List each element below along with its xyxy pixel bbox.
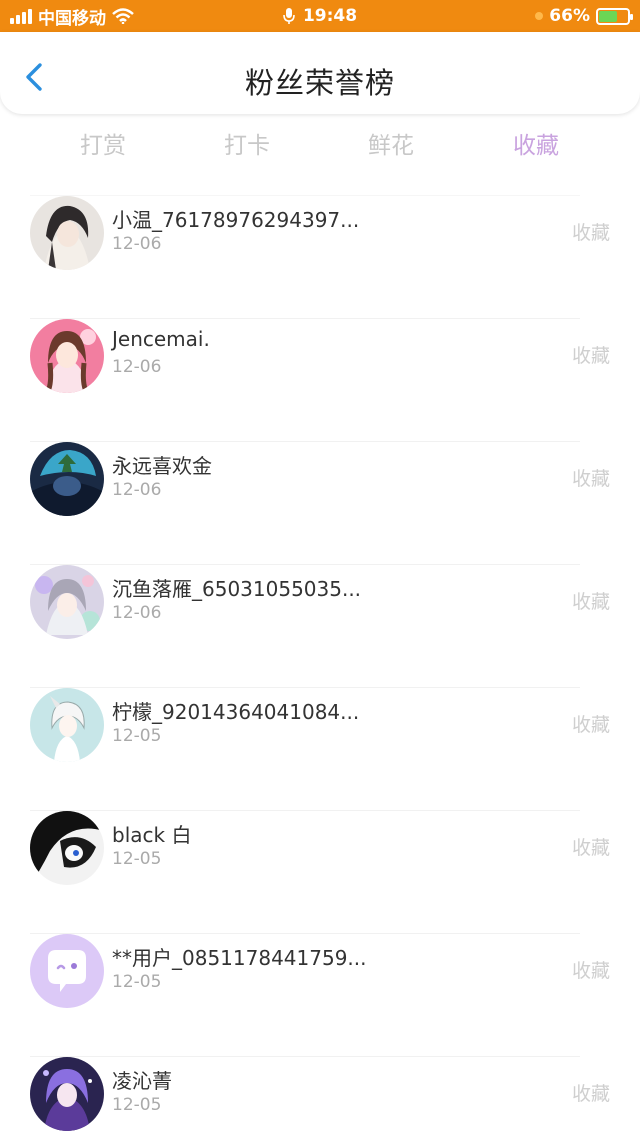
- battery-fill: [599, 10, 618, 22]
- fan-date: 12-05: [112, 972, 162, 992]
- nav-header: 粉丝荣誉榜: [0, 32, 640, 114]
- avatar[interactable]: [30, 934, 104, 1008]
- fan-name: Jencemai.: [112, 327, 210, 351]
- fan-date: 12-06: [112, 603, 162, 623]
- favorite-label: 收藏: [571, 345, 610, 367]
- favorite-label: 收藏: [571, 591, 610, 613]
- tab-reward[interactable]: 打赏: [43, 126, 163, 160]
- list-item[interactable]: **用户_0851178441759... 12-05 收藏: [30, 933, 610, 1056]
- fan-date: 12-06: [112, 480, 162, 500]
- tab-bar: 打赏 打卡 鲜花 收藏: [0, 126, 640, 166]
- favorite-label: 收藏: [571, 837, 610, 859]
- recording-dot-icon: [535, 12, 544, 20]
- favorite-label: 收藏: [571, 1083, 610, 1105]
- list-item[interactable]: 沉鱼落雁_65031055035... 12-06 收藏: [30, 564, 610, 687]
- fan-date: 12-05: [112, 1095, 162, 1115]
- avatar[interactable]: [30, 688, 104, 762]
- avatar[interactable]: [30, 442, 104, 516]
- avatar[interactable]: [30, 1057, 104, 1131]
- list-item[interactable]: 柠檬_92014364041084... 12-05 收藏: [30, 687, 610, 810]
- avatar[interactable]: [30, 565, 104, 639]
- fan-date: 12-05: [112, 726, 162, 746]
- fan-date: 12-06: [112, 234, 162, 254]
- battery-percent-label: 66%: [549, 6, 590, 26]
- charging-battery-icon: [596, 7, 633, 25]
- fan-date: 12-05: [112, 849, 162, 869]
- list-item[interactable]: black 白 12-05 收藏: [30, 810, 610, 933]
- favorite-label: 收藏: [571, 960, 610, 982]
- avatar[interactable]: [30, 196, 104, 270]
- fan-date: 12-06: [112, 357, 162, 377]
- fan-list: 小温_76178976294397... 12-06 收藏 Jencemai. …: [0, 195, 640, 1138]
- fan-name: 凌沁菁: [112, 1069, 172, 1093]
- fan-name: 永远喜欢金: [112, 454, 212, 478]
- fan-name: black 白: [112, 823, 192, 847]
- tab-favorites[interactable]: 收藏: [476, 126, 596, 160]
- fan-name: 柠檬_92014364041084...: [112, 700, 360, 724]
- status-right: 66%: [535, 0, 633, 32]
- list-item[interactable]: Jencemai. 12-06 收藏: [30, 318, 610, 441]
- tab-checkin[interactable]: 打卡: [187, 126, 307, 160]
- list-item[interactable]: 凌沁菁 12-05 收藏: [30, 1056, 610, 1138]
- list-item[interactable]: 小温_76178976294397... 12-06 收藏: [30, 195, 610, 318]
- favorite-label: 收藏: [571, 468, 610, 490]
- avatar[interactable]: [30, 319, 104, 393]
- avatar[interactable]: [30, 811, 104, 885]
- favorite-label: 收藏: [571, 222, 610, 244]
- list-item[interactable]: 永远喜欢金 12-06 收藏: [30, 441, 610, 564]
- mic-icon: [283, 8, 295, 24]
- page-title: 粉丝荣誉榜: [244, 66, 395, 100]
- tab-flowers[interactable]: 鲜花: [331, 126, 451, 160]
- clock-label: 19:48: [302, 6, 358, 26]
- fan-name: **用户_0851178441759...: [112, 946, 367, 970]
- fan-name: 沉鱼落雁_65031055035...: [112, 577, 362, 601]
- fan-name: 小温_76178976294397...: [112, 208, 360, 232]
- status-bar: 中国移动 19:48 66%: [0, 0, 640, 32]
- favorite-label: 收藏: [571, 714, 610, 736]
